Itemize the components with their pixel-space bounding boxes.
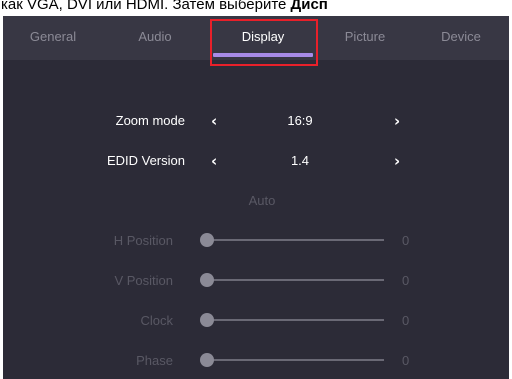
edid-version-label: EDID Version xyxy=(106,153,185,168)
tab-general[interactable]: General xyxy=(11,16,95,60)
tab-device[interactable]: Device xyxy=(419,16,503,60)
osd-settings-screen: General Audio Display Picture Device Zoo… xyxy=(3,16,509,379)
h-position-value: 0 xyxy=(402,233,410,248)
phase-slider-track[interactable] xyxy=(206,359,384,361)
edid-version-value: 1.4 xyxy=(290,153,310,168)
caption-bold-text: Дисп xyxy=(290,0,328,13)
chevron-right-icon[interactable]: › xyxy=(394,113,400,129)
caption-text: как VGA, DVI или HDMI. Затем выберите xyxy=(1,0,291,13)
clock-label: Clock xyxy=(140,313,173,328)
v-position-label: V Position xyxy=(114,273,173,288)
v-position-slider-knob[interactable] xyxy=(200,273,214,287)
auto-adjust-button[interactable]: Auto xyxy=(222,193,302,208)
clock-value: 0 xyxy=(402,313,410,328)
tab-picture[interactable]: Picture xyxy=(323,16,407,60)
zoom-mode-value: 16:9 xyxy=(287,113,313,128)
clock-slider-track[interactable] xyxy=(206,319,384,321)
h-position-label: H Position xyxy=(113,233,173,248)
h-position-slider-track[interactable] xyxy=(206,239,384,241)
display-tab-highlight-box xyxy=(210,19,318,66)
phase-value: 0 xyxy=(402,353,410,368)
v-position-slider-track[interactable] xyxy=(206,279,384,281)
document-caption: как VGA, DVI или HDMI. Затем выберите Ди… xyxy=(0,0,512,15)
chevron-right-icon[interactable]: › xyxy=(394,153,400,169)
v-position-value: 0 xyxy=(402,273,410,288)
chevron-left-icon[interactable]: ‹ xyxy=(211,113,217,129)
zoom-mode-label: Zoom mode xyxy=(115,113,185,128)
chevron-left-icon[interactable]: ‹ xyxy=(211,153,217,169)
phase-slider-knob[interactable] xyxy=(200,353,214,367)
tab-audio[interactable]: Audio xyxy=(113,16,197,60)
h-position-slider-knob[interactable] xyxy=(200,233,214,247)
clock-slider-knob[interactable] xyxy=(200,313,214,327)
phase-label: Phase xyxy=(136,353,173,368)
